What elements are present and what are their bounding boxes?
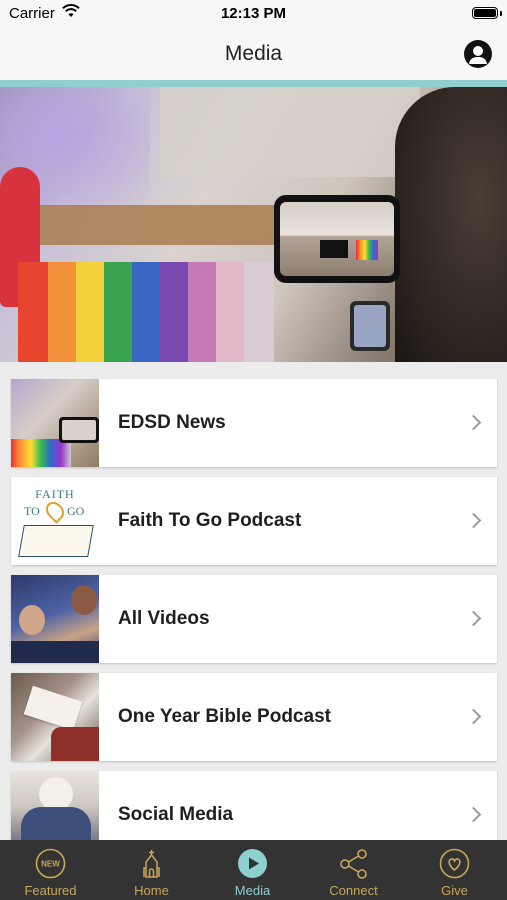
list-item-all-videos[interactable]: All Videos xyxy=(11,575,497,663)
list-item-label: All Videos xyxy=(118,608,210,629)
church-icon xyxy=(143,850,160,878)
tab-connect[interactable]: Connect xyxy=(303,840,404,900)
chevron-right-icon xyxy=(465,708,482,725)
list-item-one-year-bible-podcast[interactable]: One Year Bible Podcast xyxy=(11,673,497,761)
chevron-right-icon xyxy=(465,414,482,431)
tab-label: Featured xyxy=(24,883,77,898)
heart-icon xyxy=(439,848,470,879)
tab-bar: NEW Featured Home Media Connect Give xyxy=(0,840,507,900)
list-item-label: EDSD News xyxy=(118,412,226,433)
tab-label: Connect xyxy=(329,883,378,898)
play-icon xyxy=(238,849,267,878)
tab-home[interactable]: Home xyxy=(101,840,202,900)
list-item-edsd-news[interactable]: EDSD News xyxy=(11,379,497,467)
tab-featured[interactable]: NEW Featured xyxy=(0,840,101,900)
battery-tip xyxy=(500,11,502,16)
tab-media[interactable]: Media xyxy=(202,840,303,900)
list-item-label: One Year Bible Podcast xyxy=(118,706,331,727)
faith-to-go-logo: FAITH TO GO xyxy=(11,477,99,565)
all-videos-thumbnail xyxy=(11,575,99,663)
tab-label: Give xyxy=(441,883,468,898)
media-list: EDSD News FAITH TO GO Faith To Go Podcas… xyxy=(11,379,497,869)
bible-podcast-thumbnail xyxy=(11,673,99,761)
chevron-right-icon xyxy=(465,512,482,529)
tab-label: Media xyxy=(234,883,271,898)
chevron-right-icon xyxy=(465,806,482,823)
list-item-faith-to-go-podcast[interactable]: FAITH TO GO Faith To Go Podcast xyxy=(11,477,497,565)
accent-divider xyxy=(0,80,507,87)
page-title: Media xyxy=(224,42,283,65)
chevron-right-icon xyxy=(465,610,482,627)
list-item-label: Faith To Go Podcast xyxy=(118,510,302,531)
user-icon xyxy=(469,46,487,64)
new-badge-icon: NEW xyxy=(35,848,66,879)
status-bar: Carrier 12:13 PM xyxy=(0,0,507,30)
battery-icon xyxy=(472,7,498,19)
svg-text:NEW: NEW xyxy=(41,860,60,869)
share-icon xyxy=(340,849,367,879)
tab-give[interactable]: Give xyxy=(404,840,505,900)
edsd-news-thumbnail xyxy=(11,379,99,467)
hero-image xyxy=(0,87,507,362)
navigation-bar: Media xyxy=(0,30,507,80)
clock: 12:13 PM xyxy=(220,5,287,22)
tab-label: Home xyxy=(134,883,169,898)
profile-button[interactable] xyxy=(464,40,492,68)
